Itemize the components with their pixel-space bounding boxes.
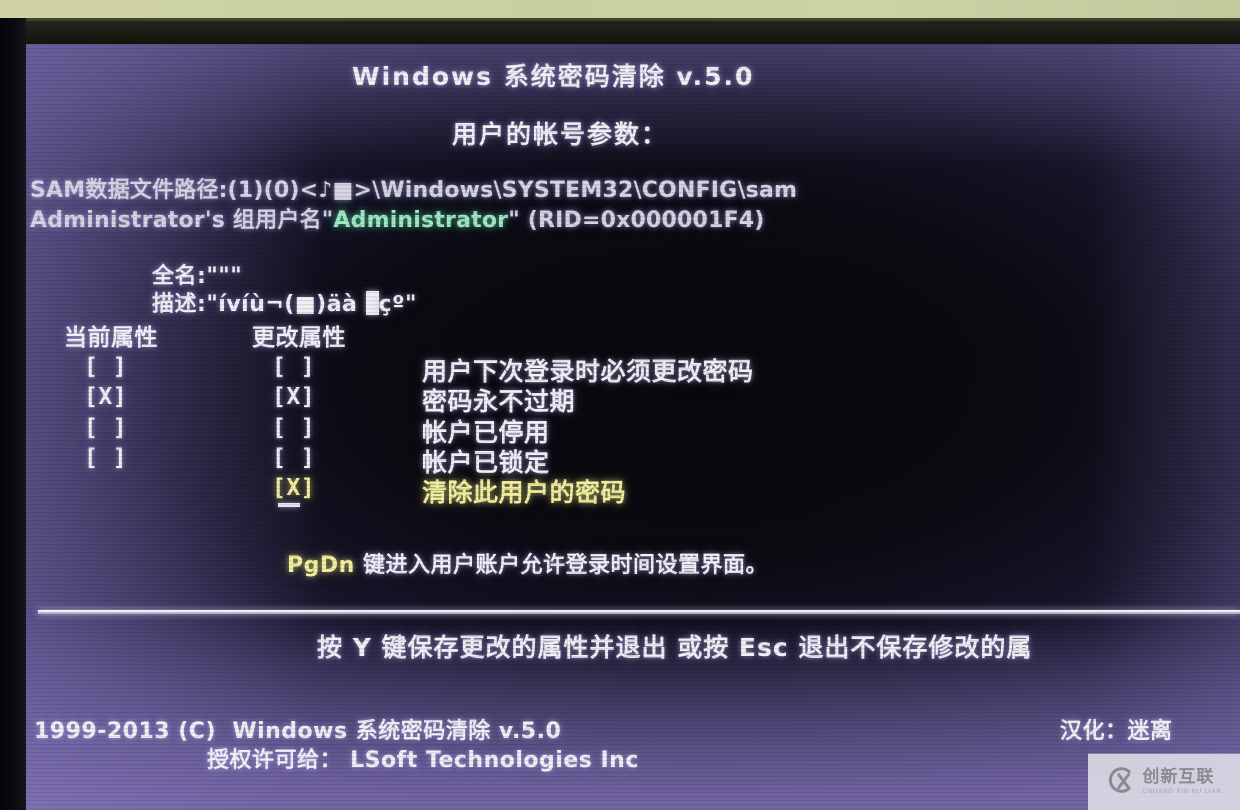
bottom-instruction: 按 Y 键保存更改的属性并退出 或按 Esc 退出不保存修改的属 <box>317 633 1033 662</box>
footer-translator: 汉化：迷离 <box>1060 719 1173 744</box>
attribute-change-checkbox[interactable]: [X] <box>272 475 315 501</box>
pgdn-hint: PgDn 键进入用户账户允许登录时间设置界面。 <box>287 547 768 579</box>
attribute-change-checkbox[interactable]: [ ] <box>272 354 315 380</box>
page-subtitle: 用户的帐号参数： <box>452 120 669 149</box>
text-cursor-block <box>365 291 379 315</box>
text-layer: Windows 系统密码清除 v.5.0 用户的帐号参数： SAM数据文件路径:… <box>22 44 1240 810</box>
watermark-en: CHUANG XIN HU LIAN <box>1142 789 1222 795</box>
attribute-current-checkbox: [ ] <box>84 445 128 471</box>
pgdn-key-label: PgDn <box>287 553 355 578</box>
monitor-screen: Windows 系统密码清除 v.5.0 用户的帐号参数： SAM数据文件路径:… <box>22 44 1240 810</box>
pgdn-hint-text <box>355 553 363 578</box>
app-title: Windows 系统密码清除 v.5.0 <box>352 62 755 91</box>
attribute-change-checkbox[interactable]: [X] <box>272 384 315 410</box>
description-value-pre: "ívíù¬(■)äà <box>206 292 366 317</box>
description-row: 描述:"ívíù¬(■)äà çº" <box>152 286 417 318</box>
group-prefix: Administrator's 组用户名" <box>30 208 334 233</box>
attribute-current-checkbox: [X] <box>84 384 128 410</box>
sam-path-label: SAM数据文件路径:(1)(0)<♪■>\Windows\SYSTEM32\CO… <box>30 178 798 203</box>
attribute-change-checkbox[interactable]: [ ] <box>272 445 315 471</box>
description-value-post: çº" <box>378 292 417 317</box>
monitor-bezel-highlight <box>0 18 1240 21</box>
watermark-cn: 创新互联 <box>1142 767 1215 787</box>
watermark-text: 创新互联 CHUANG XIN HU LIAN <box>1142 767 1222 796</box>
account-username: Administrator <box>333 208 509 233</box>
cx-logo-icon <box>1106 765 1136 799</box>
footer-copyright: 1999-2013 (C) Windows 系统密码清除 v.5.0 <box>34 719 562 744</box>
column-header-change: 更改属性 <box>252 325 346 351</box>
pgdn-hint-body: 键进入用户账户允许登录时间设置界面。 <box>362 553 768 578</box>
watermark: 创新互联 CHUANG XIN HU LIAN <box>1088 754 1240 810</box>
account-group-line: Administrator's 组用户名"Administrator" (RID… <box>30 202 765 234</box>
photo-of-monitor: Windows 系统密码清除 v.5.0 用户的帐号参数： SAM数据文件路径:… <box>0 0 1240 810</box>
horizontal-divider <box>38 610 1240 614</box>
attribute-label: 清除此用户的密码 <box>422 478 627 507</box>
footer-license: 授权许可给： LSoft Technologies Inc <box>207 748 639 773</box>
monitor-bezel-left <box>0 18 26 810</box>
attribute-current-checkbox: [ ] <box>84 415 128 441</box>
selection-cursor <box>278 503 300 507</box>
group-suffix: " (RID=0x000001F4) <box>508 208 765 233</box>
attribute-current-checkbox: [ ] <box>84 354 128 380</box>
description-label: 描述: <box>152 292 207 317</box>
attribute-change-checkbox[interactable]: [ ] <box>272 415 315 441</box>
column-header-current: 当前属性 <box>64 325 158 351</box>
wall-background <box>0 0 1240 20</box>
